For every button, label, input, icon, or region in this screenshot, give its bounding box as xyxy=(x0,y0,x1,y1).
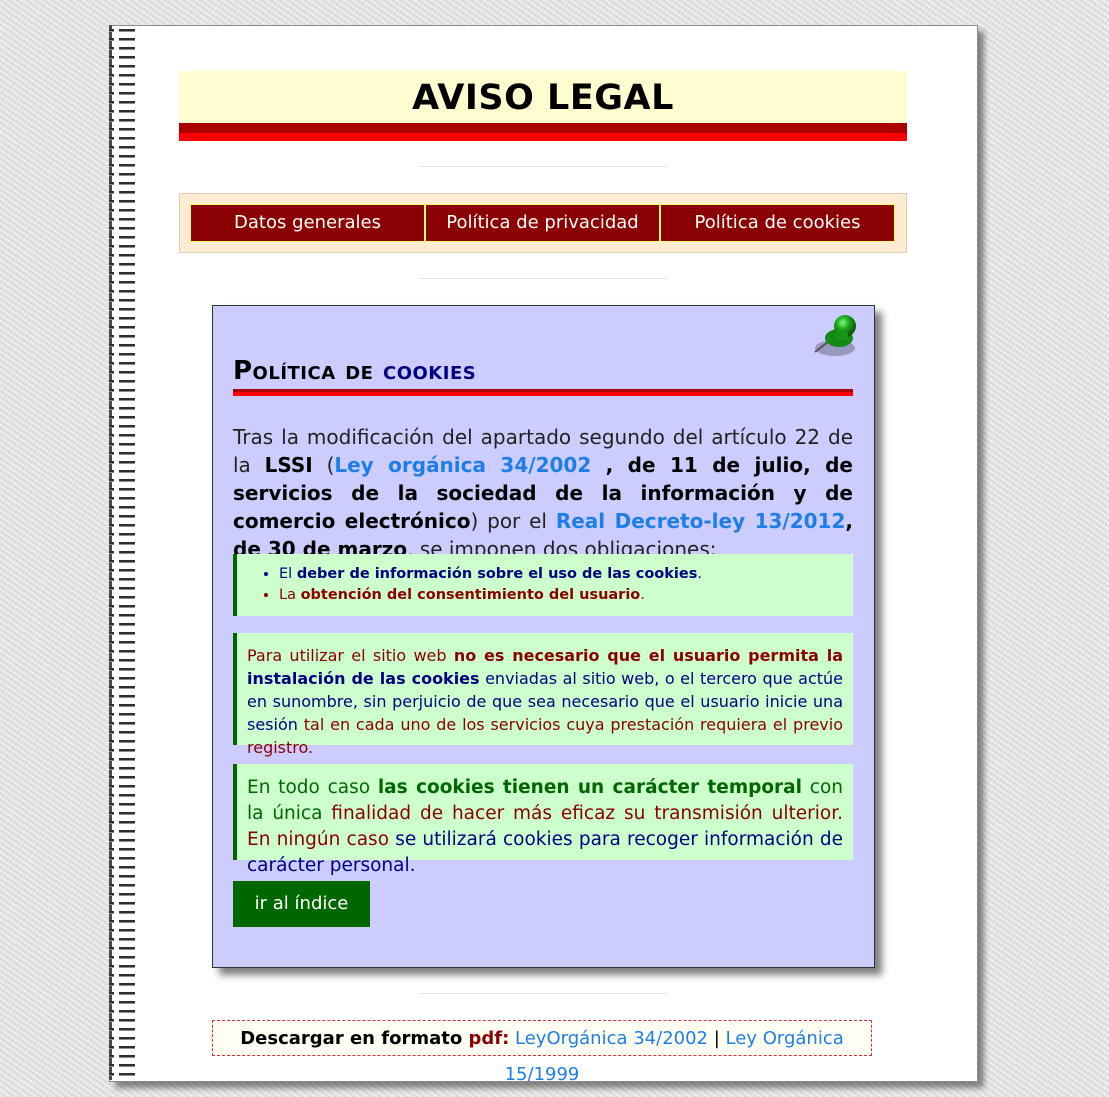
nav-item-politica-privacidad[interactable]: Política de privacidad xyxy=(425,204,660,242)
go-to-index-button[interactable]: ir al índice xyxy=(233,881,370,927)
lssi-label: LSSI xyxy=(264,453,313,477)
link-real-decreto-ley[interactable]: Real Decreto-ley 13/2012 xyxy=(556,509,846,533)
page-title: AVISO LEGAL xyxy=(412,78,674,118)
pushpin-icon xyxy=(814,315,856,356)
list-item: El deber de información sobre el uso de … xyxy=(279,564,853,585)
list-item: La obtención del consentimiento del usua… xyxy=(279,585,853,606)
consent-box: Para utilizar el sitio web no es necesar… xyxy=(233,633,853,757)
separator xyxy=(419,166,667,167)
nav-bar: Datos generales Política de privacidad P… xyxy=(190,204,895,242)
box2-bold: no es necesario que el usuario permita l… xyxy=(453,646,844,665)
box3-text: En todo caso xyxy=(247,777,378,798)
download-label: Descargar en formato xyxy=(240,1028,469,1049)
nav-item-politica-cookies[interactable]: Política de cookies xyxy=(660,204,895,242)
card-title-rule xyxy=(233,389,853,396)
box2-bold: instalación de las cookies xyxy=(247,669,480,688)
card-title: Política de cookies xyxy=(233,356,476,386)
list-item-text: . xyxy=(697,566,702,582)
spiral-binding xyxy=(109,27,135,1077)
link-ley-organica-34-2002[interactable]: Ley orgánica 34/2002 xyxy=(334,453,591,477)
list-item-text: El xyxy=(279,566,297,582)
download-link-ley-34-2002[interactable]: LeyOrgánica 34/2002 xyxy=(515,1028,708,1049)
intro-text: ( xyxy=(312,453,335,477)
obligations-list: El deber de información sobre el uso de … xyxy=(259,564,853,606)
title-underline-bright xyxy=(179,133,907,141)
card-title-cookies: cookies xyxy=(382,356,477,386)
title-band: AVISO LEGAL xyxy=(179,71,907,123)
download-separator: | xyxy=(713,1028,720,1049)
list-item-bold: obtención del consentimiento del usuario xyxy=(300,587,641,603)
box3-bold: las cookies tienen un carácter temporal xyxy=(377,777,803,798)
list-item-text: . xyxy=(640,587,645,603)
separator xyxy=(419,993,667,994)
pdf-label: pdf: xyxy=(468,1028,510,1049)
card-title-part1: Política de xyxy=(233,356,383,386)
nav-menu: Datos generales Política de privacidad P… xyxy=(179,193,907,253)
box2-text: Para utilizar el sitio web xyxy=(247,646,454,665)
download-bar: Descargar en formato pdf: LeyOrgánica 34… xyxy=(212,1020,872,1085)
intro-text: ) por el xyxy=(470,509,556,533)
nav-item-datos-generales[interactable]: Datos generales xyxy=(190,204,425,242)
page-header: AVISO LEGAL xyxy=(179,71,907,141)
obligations-box: El deber de información sobre el uso de … xyxy=(233,554,853,616)
list-item-bold: deber de información sobre el uso de las… xyxy=(296,566,698,582)
list-item-text: La xyxy=(279,587,301,603)
temporal-box: En todo caso las cookies tienen un carác… xyxy=(233,764,853,876)
separator xyxy=(419,278,667,279)
title-underline xyxy=(179,123,907,133)
intro-paragraph: Tras la modificación del apartado segund… xyxy=(233,423,853,563)
